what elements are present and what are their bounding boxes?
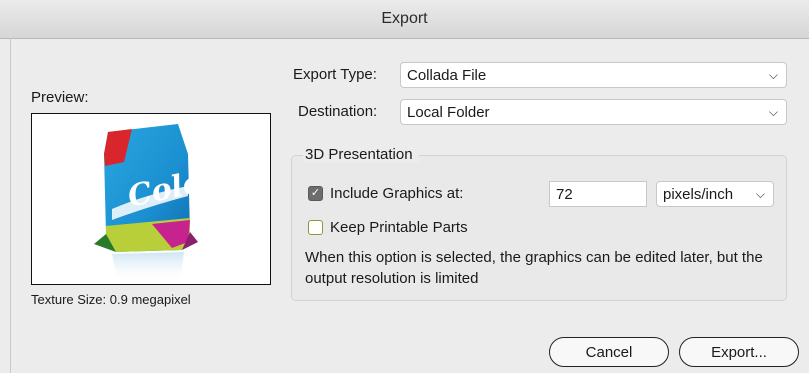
- product-package-image: Color: [94, 124, 223, 284]
- export-button-label: Export...: [711, 343, 767, 361]
- texture-size-label: Texture Size: 0.9 megapixel: [31, 292, 191, 307]
- chevron-down-icon: ⌵: [768, 105, 778, 119]
- resolution-unit-value: pixels/inch: [663, 185, 734, 203]
- export-button[interactable]: Export...: [679, 337, 799, 367]
- destination-value: Local Folder: [407, 103, 490, 121]
- destination-label: Destination:: [298, 103, 378, 120]
- resolution-value: 72: [556, 185, 573, 203]
- presentation-description: When this option is selected, the graphi…: [305, 249, 763, 287]
- export-type-value: Collada File: [407, 66, 487, 84]
- cancel-button-label: Cancel: [585, 343, 633, 361]
- preview-label: Preview:: [31, 89, 89, 106]
- preview-image: Color: [31, 113, 271, 285]
- presentation-group-title: 3D Presentation: [303, 146, 419, 163]
- resolution-unit-select[interactable]: pixels/inch ⌵: [656, 181, 774, 207]
- include-graphics-label: Include Graphics at:: [330, 185, 464, 202]
- export-type-label: Export Type:: [293, 66, 377, 83]
- checkmark-icon: ✓: [310, 187, 321, 199]
- chevron-down-icon: ⌵: [768, 68, 778, 82]
- include-graphics-checkbox[interactable]: ✓: [308, 186, 323, 201]
- destination-select[interactable]: Local Folder ⌵: [400, 99, 787, 125]
- title-bar: Export: [0, 0, 809, 39]
- keep-printable-label: Keep Printable Parts: [330, 219, 468, 236]
- keep-printable-checkbox[interactable]: [308, 220, 323, 235]
- cancel-button[interactable]: Cancel: [549, 337, 669, 367]
- export-type-select[interactable]: Collada File ⌵: [400, 62, 787, 88]
- chevron-down-icon: ⌵: [755, 187, 765, 201]
- resolution-input[interactable]: 72: [549, 181, 647, 207]
- window-edge: [10, 38, 11, 373]
- window-title: Export: [381, 10, 428, 27]
